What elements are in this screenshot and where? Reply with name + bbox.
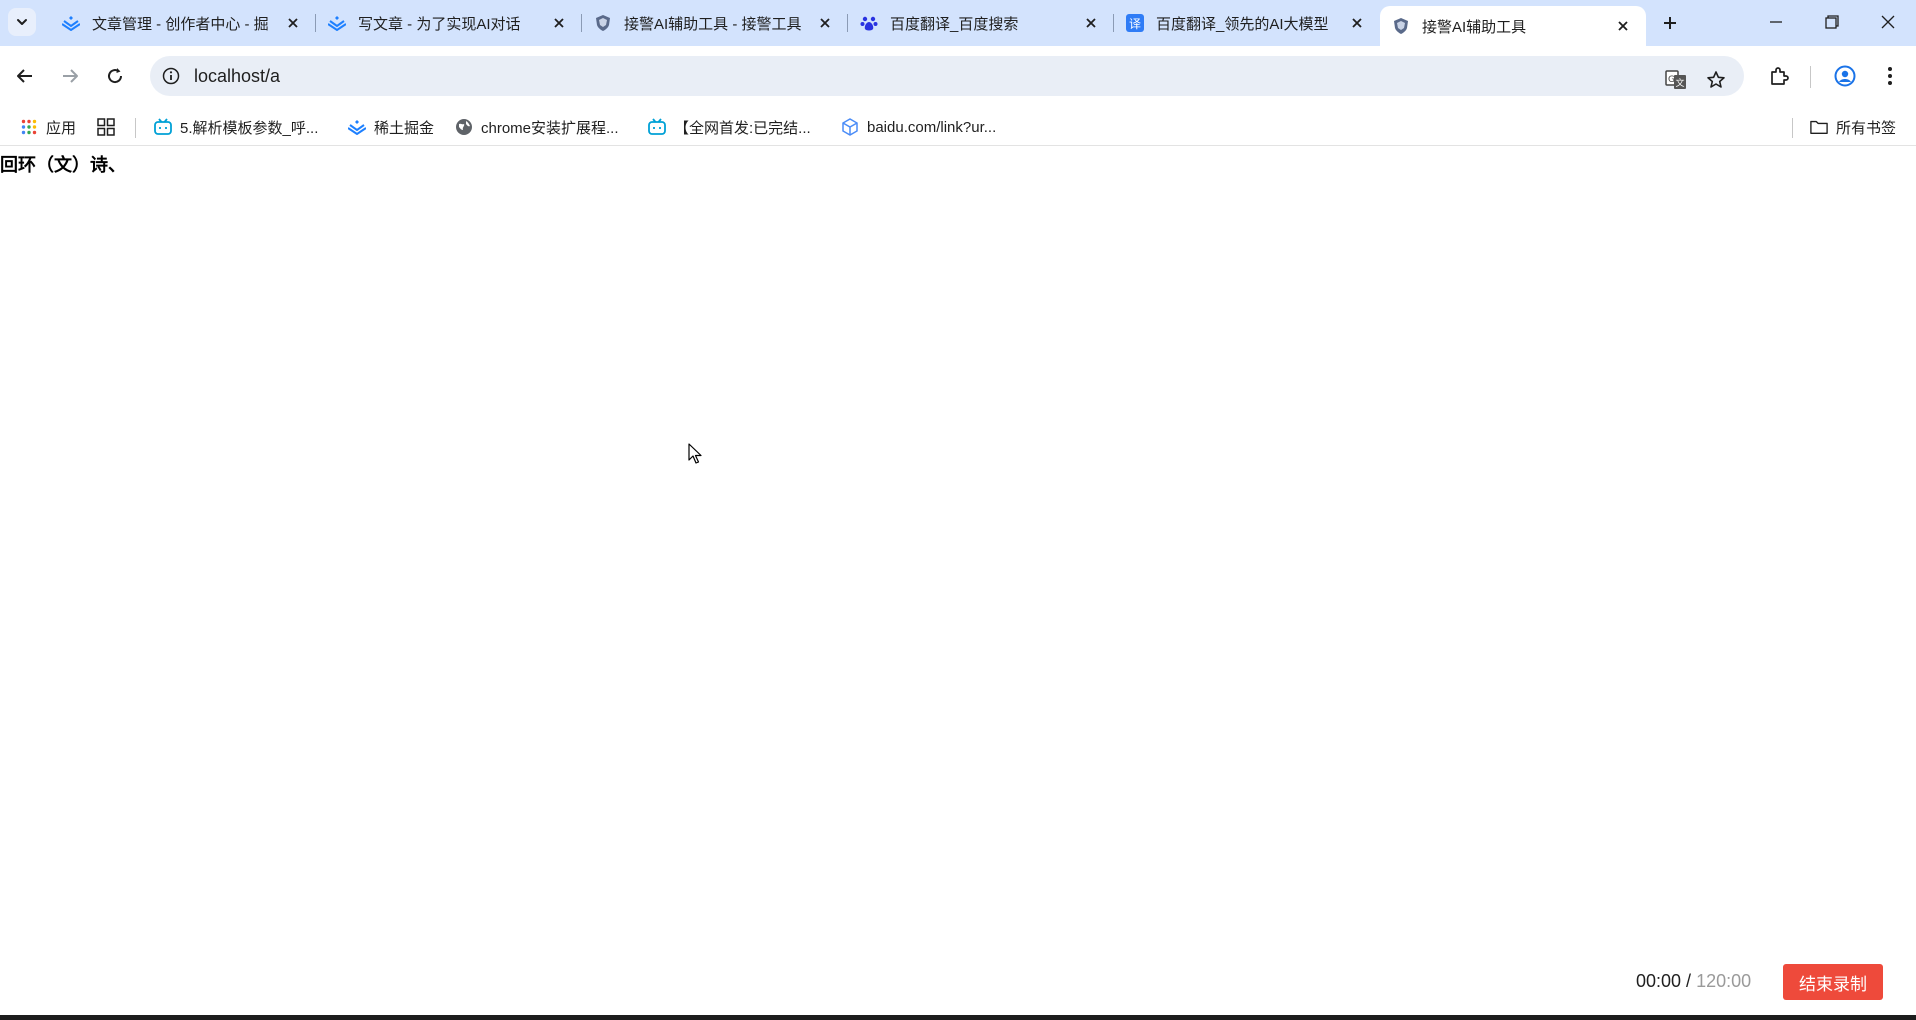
address-bar[interactable]: localhost/a G文: [150, 56, 1744, 96]
shield-icon: [1392, 17, 1410, 35]
close-window-button[interactable]: [1860, 0, 1916, 44]
minimize-button[interactable]: [1748, 0, 1804, 44]
menu-button[interactable]: [1874, 60, 1906, 92]
browser-window: 文章管理 - 创作者中心 - 掘 写文章 - 为了实现AI对话 接警AI辅助工具…: [0, 0, 1916, 1020]
tab-title: 百度翻译_领先的AI大模型: [1156, 15, 1329, 33]
bookmark-label: 【全网首发:已完结...: [674, 119, 811, 137]
juejin-icon: [348, 118, 366, 136]
reload-button[interactable]: [99, 60, 131, 92]
translate-button[interactable]: G文: [1660, 64, 1692, 96]
window-controls: [1748, 0, 1916, 44]
close-icon[interactable]: [816, 14, 834, 32]
close-icon[interactable]: [1348, 14, 1366, 32]
bookmark-item[interactable]: baidu.com/link?ur...: [841, 114, 996, 140]
tab-title: 接警AI辅助工具 - 接警工具: [624, 15, 802, 33]
new-tab-button[interactable]: [1652, 0, 1688, 46]
page-text: 回环（文）诗、: [0, 155, 126, 175]
grid-icon: [97, 118, 115, 136]
juejin-icon: [62, 14, 80, 32]
bookmarks-bar: 应用 5.解析模板参数_呼... 稀土掘金 chrome安装扩展程... 【全网…: [0, 106, 1916, 146]
bilibili-icon: [648, 118, 666, 136]
bilibili-icon: [154, 118, 172, 136]
all-bookmarks-folder[interactable]: 所有书签: [1810, 114, 1896, 140]
tab-search-button[interactable]: [8, 8, 36, 36]
site-info-icon[interactable]: [160, 65, 182, 87]
puzzle-icon: [1771, 67, 1789, 85]
end-recording-button[interactable]: 结束录制: [1783, 964, 1883, 1000]
timer-current: 00:00: [1636, 971, 1682, 991]
tab-title: 接警AI辅助工具: [1422, 18, 1527, 36]
extensions-button[interactable]: [1763, 60, 1795, 92]
timer-limit: 120:00: [1696, 971, 1752, 991]
translate-icon: G文: [1665, 70, 1686, 89]
url-text: localhost/a: [194, 65, 281, 86]
tab-strip: 文章管理 - 创作者中心 - 掘 写文章 - 为了实现AI对话 接警AI辅助工具…: [0, 0, 1916, 46]
bookmark-label: 5.解析模板参数_呼...: [180, 119, 319, 137]
bookmark-grid[interactable]: [97, 114, 123, 140]
tab-5-active[interactable]: 接警AI辅助工具: [1380, 6, 1646, 46]
toolbar: localhost/a G文: [0, 46, 1916, 106]
close-icon[interactable]: [550, 14, 568, 32]
close-icon[interactable]: [1614, 17, 1632, 35]
shield-icon: [594, 14, 612, 32]
cube-icon: [841, 118, 859, 136]
forward-button[interactable]: [54, 60, 86, 92]
close-icon[interactable]: [284, 14, 302, 32]
globe-icon: [455, 118, 473, 136]
tab-4[interactable]: 译 百度翻译_领先的AI大模型: [1114, 0, 1380, 46]
bottom-edge: [0, 1015, 1916, 1020]
restore-button[interactable]: [1804, 0, 1860, 44]
restore-icon: [1825, 15, 1839, 29]
bookmark-label: 应用: [46, 119, 77, 137]
close-icon: [1881, 15, 1895, 29]
toolbar-divider: [1810, 66, 1811, 88]
baidu-paw-icon: [860, 14, 878, 32]
timer-separator: /: [1681, 971, 1697, 991]
recording-timer: 00:00 / 120:00: [1636, 971, 1751, 992]
plus-icon: [1664, 17, 1676, 29]
tab-0[interactable]: 文章管理 - 创作者中心 - 掘: [50, 0, 316, 46]
tabs: 文章管理 - 创作者中心 - 掘 写文章 - 为了实现AI对话 接警AI辅助工具…: [50, 0, 1688, 46]
tab-title: 文章管理 - 创作者中心 - 掘: [92, 15, 269, 33]
tab-2[interactable]: 接警AI辅助工具 - 接警工具: [582, 0, 848, 46]
tab-title: 百度翻译_百度搜索: [890, 15, 1019, 33]
bookmark-label: 稀土掘金: [374, 119, 435, 137]
svg-text:文: 文: [1675, 77, 1684, 89]
baidu-translate-icon: 译: [1126, 14, 1144, 32]
bookmark-item[interactable]: 稀土掘金: [348, 114, 434, 140]
bookmark-item[interactable]: 【全网首发:已完结...: [648, 114, 811, 140]
profile-avatar-icon: [1834, 65, 1856, 87]
svg-text:G: G: [1668, 75, 1675, 85]
bookmark-star-button[interactable]: [1700, 64, 1732, 96]
juejin-icon: [328, 14, 346, 32]
bookmark-divider: [1792, 118, 1793, 138]
bookmark-label: chrome安装扩展程...: [481, 119, 619, 137]
apps-grid-icon: [20, 118, 38, 136]
page-content: 回环（文）诗、 00:00 / 120:00 结束录制: [0, 147, 1916, 1015]
arrow-right-icon: [63, 69, 78, 83]
arrow-left-icon: [17, 69, 32, 83]
minimize-icon: [1770, 21, 1782, 23]
more-vertical-icon: [1888, 67, 1892, 85]
bookmark-label: 所有书签: [1836, 119, 1897, 137]
profile-button[interactable]: [1829, 60, 1861, 92]
bookmark-label: baidu.com/link?ur...: [867, 118, 997, 136]
tab-title: 写文章 - 为了实现AI对话: [358, 15, 521, 33]
reload-icon: [108, 68, 123, 84]
bookmark-item[interactable]: chrome安装扩展程...: [455, 114, 619, 140]
bookmark-divider: [135, 118, 136, 138]
back-button[interactable]: [9, 60, 41, 92]
bookmark-item[interactable]: 5.解析模板参数_呼...: [154, 114, 318, 140]
tab-3[interactable]: 百度翻译_百度搜索: [848, 0, 1114, 46]
tab-1[interactable]: 写文章 - 为了实现AI对话: [316, 0, 582, 46]
svg-text:译: 译: [1129, 17, 1141, 31]
close-icon[interactable]: [1082, 14, 1100, 32]
bookmark-apps[interactable]: 应用: [20, 114, 76, 140]
chevron-down-icon: [17, 19, 27, 25]
star-icon: [1707, 71, 1725, 88]
mouse-cursor-icon: [688, 443, 702, 464]
folder-icon: [1810, 118, 1828, 136]
